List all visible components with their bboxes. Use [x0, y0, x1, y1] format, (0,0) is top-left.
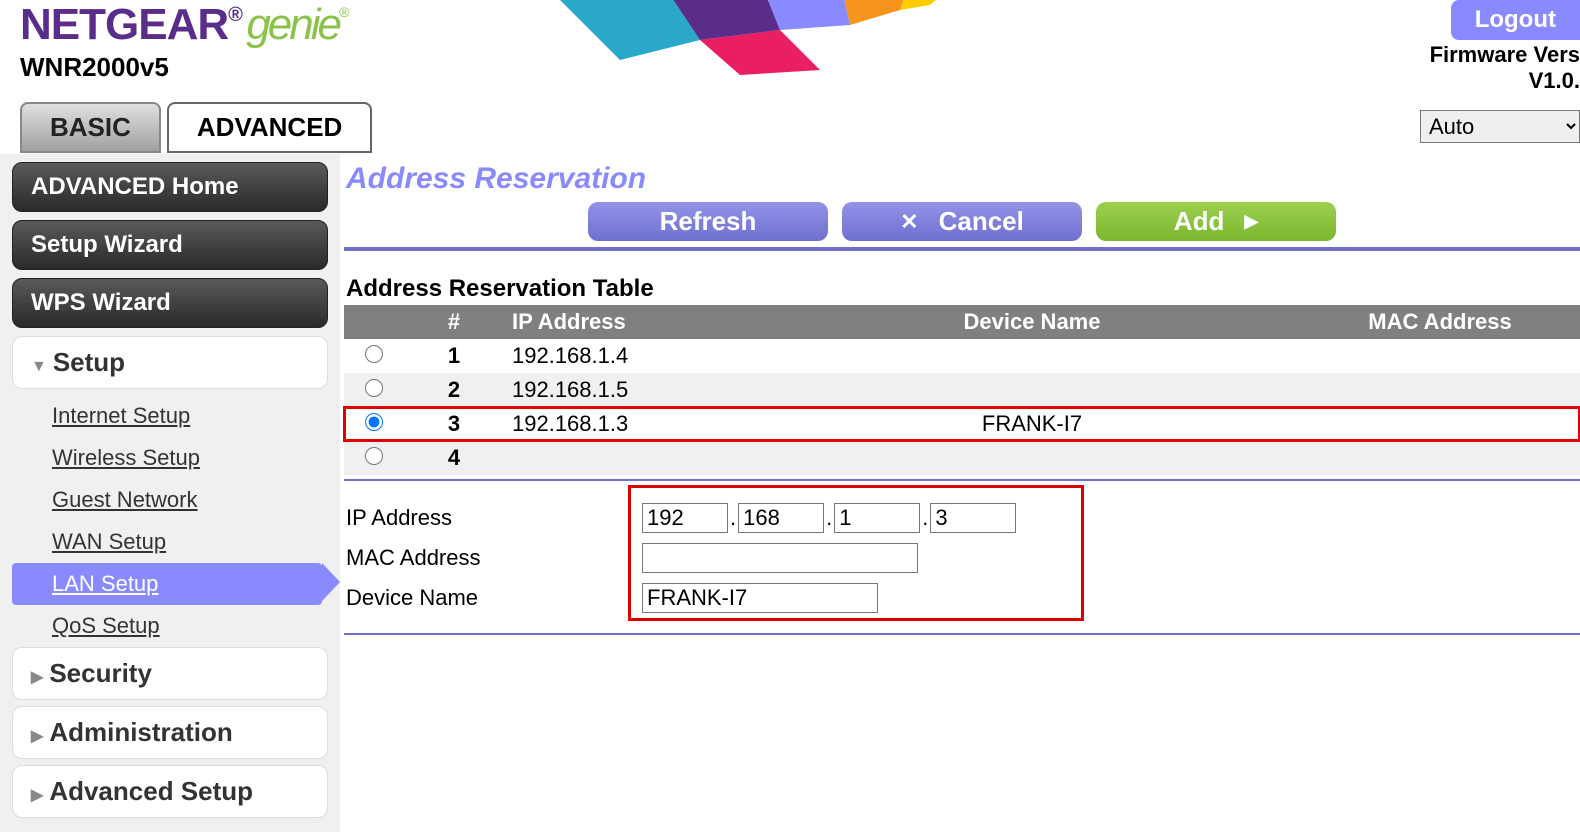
sidebar-setup-wizard[interactable]: Setup Wizard: [12, 220, 328, 270]
tab-basic[interactable]: BASIC: [20, 102, 161, 153]
row-mac: [1300, 441, 1580, 475]
row-mac: [1300, 373, 1580, 407]
add-button[interactable]: Add ▶: [1096, 202, 1336, 241]
ip-octet-2[interactable]: [738, 503, 824, 533]
chevron-right-icon: ▶: [31, 669, 43, 686]
row-num: 4: [404, 441, 504, 475]
sidebar-item-wan-setup[interactable]: WAN Setup: [12, 521, 328, 563]
sidebar-item-internet-setup[interactable]: Internet Setup: [12, 395, 328, 437]
sidebar-item-qos-setup[interactable]: QoS Setup: [12, 605, 328, 647]
sidebar-section-setup[interactable]: ▼Setup: [12, 336, 328, 389]
col-mac: MAC Address: [1300, 305, 1580, 339]
ip-octet-4[interactable]: [930, 503, 1016, 533]
mac-address-field[interactable]: [642, 543, 918, 573]
divider: [344, 247, 1580, 251]
brand-logo: NETGEAR®: [20, 0, 242, 49]
sidebar-advanced-home[interactable]: ADVANCED Home: [12, 162, 328, 212]
arrow-right-icon: ▶: [1244, 211, 1258, 232]
col-ip: IP Address: [504, 305, 764, 339]
table-row[interactable]: 4: [344, 441, 1580, 475]
cancel-button[interactable]: ✕ Cancel: [842, 202, 1082, 241]
sidebar-wps-wizard[interactable]: WPS Wizard: [12, 278, 328, 328]
close-icon: ✕: [900, 209, 918, 235]
chevron-right-icon: ▶: [31, 728, 43, 745]
row-mac: [1300, 339, 1580, 373]
table-caption: Address Reservation Table: [346, 275, 1580, 303]
col-num: #: [404, 305, 504, 339]
genie-logo: genie®: [246, 0, 346, 49]
table-row[interactable]: 3192.168.1.3FRANK-I7: [344, 407, 1580, 441]
sidebar-section-security[interactable]: ▶Security: [12, 647, 328, 700]
ip-octet-1[interactable]: [642, 503, 728, 533]
device-name-field[interactable]: [642, 583, 878, 613]
device-name-label: Device Name: [344, 585, 642, 611]
row-select-radio[interactable]: [365, 447, 383, 465]
row-device: [764, 373, 1300, 407]
ip-address-label: IP Address: [344, 505, 642, 531]
row-device: FRANK-I7: [764, 407, 1300, 441]
main-panel: Address Reservation Refresh ✕ Cancel Add…: [340, 154, 1580, 832]
table-row[interactable]: 1192.168.1.4: [344, 339, 1580, 373]
row-select-radio[interactable]: [365, 413, 383, 431]
row-num: 3: [404, 407, 504, 441]
sidebar: ADVANCED Home Setup Wizard WPS Wizard ▼S…: [0, 154, 340, 832]
chevron-right-icon: ▶: [31, 787, 43, 804]
row-ip: 192.168.1.3: [504, 407, 764, 441]
sidebar-section-advanced-setup[interactable]: ▶Advanced Setup: [12, 765, 328, 818]
mac-address-label: MAC Address: [344, 545, 642, 571]
firmware-version: Firmware Vers V1.0.: [1430, 42, 1580, 94]
row-ip: 192.168.1.4: [504, 339, 764, 373]
divider: [344, 479, 1580, 481]
row-ip: 192.168.1.5: [504, 373, 764, 407]
row-select-radio[interactable]: [365, 345, 383, 363]
sidebar-section-administration[interactable]: ▶Administration: [12, 706, 328, 759]
model-label: WNR2000v5: [20, 52, 346, 83]
refresh-button[interactable]: Refresh: [588, 202, 828, 241]
divider: [344, 633, 1580, 635]
decorative-polygons: [480, 0, 980, 80]
ip-octet-3[interactable]: [834, 503, 920, 533]
row-num: 2: [404, 373, 504, 407]
col-device: Device Name: [764, 305, 1300, 339]
row-device: [764, 441, 1300, 475]
sidebar-item-lan-setup[interactable]: LAN Setup: [12, 563, 322, 605]
tab-advanced[interactable]: ADVANCED: [167, 102, 372, 153]
page-title: Address Reservation: [346, 162, 1580, 196]
sidebar-item-guest-network[interactable]: Guest Network: [12, 479, 328, 521]
sidebar-item-wireless-setup[interactable]: Wireless Setup: [12, 437, 328, 479]
row-device: [764, 339, 1300, 373]
row-select-radio[interactable]: [365, 379, 383, 397]
logout-button[interactable]: Logout: [1451, 0, 1580, 40]
row-mac: [1300, 407, 1580, 441]
table-row[interactable]: 2192.168.1.5: [344, 373, 1580, 407]
row-ip: [504, 441, 764, 475]
reservation-table: # IP Address Device Name MAC Address 119…: [344, 305, 1580, 475]
language-select[interactable]: Auto: [1420, 110, 1580, 143]
row-num: 1: [404, 339, 504, 373]
chevron-down-icon: ▼: [31, 358, 47, 375]
